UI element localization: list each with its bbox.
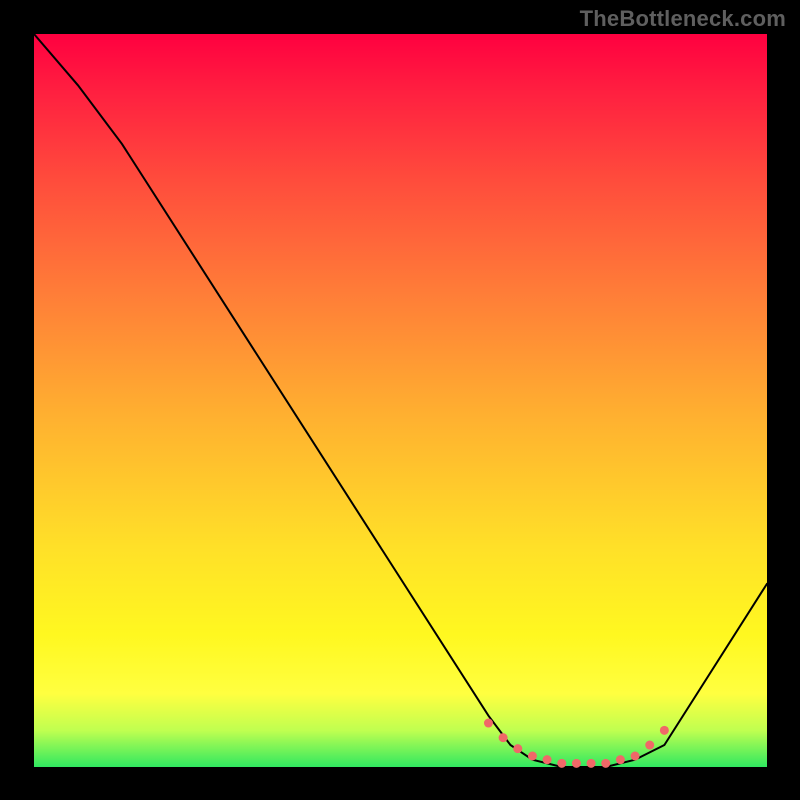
valley-marker (528, 752, 537, 761)
valley-marker (499, 733, 508, 742)
valley-marker (572, 759, 581, 768)
watermark-text: TheBottleneck.com (580, 6, 786, 32)
curve-line (34, 34, 767, 767)
valley-marker (631, 752, 640, 761)
valley-markers (484, 719, 669, 768)
valley-marker (616, 755, 625, 764)
valley-marker (660, 726, 669, 735)
valley-marker (645, 741, 654, 750)
chart-page: TheBottleneck.com (0, 0, 800, 800)
valley-marker (543, 755, 552, 764)
valley-marker (484, 719, 493, 728)
chart-svg (34, 34, 767, 767)
plot-area (34, 34, 767, 767)
valley-marker (587, 759, 596, 768)
valley-marker (557, 759, 566, 768)
valley-marker (513, 744, 522, 753)
valley-marker (601, 759, 610, 768)
